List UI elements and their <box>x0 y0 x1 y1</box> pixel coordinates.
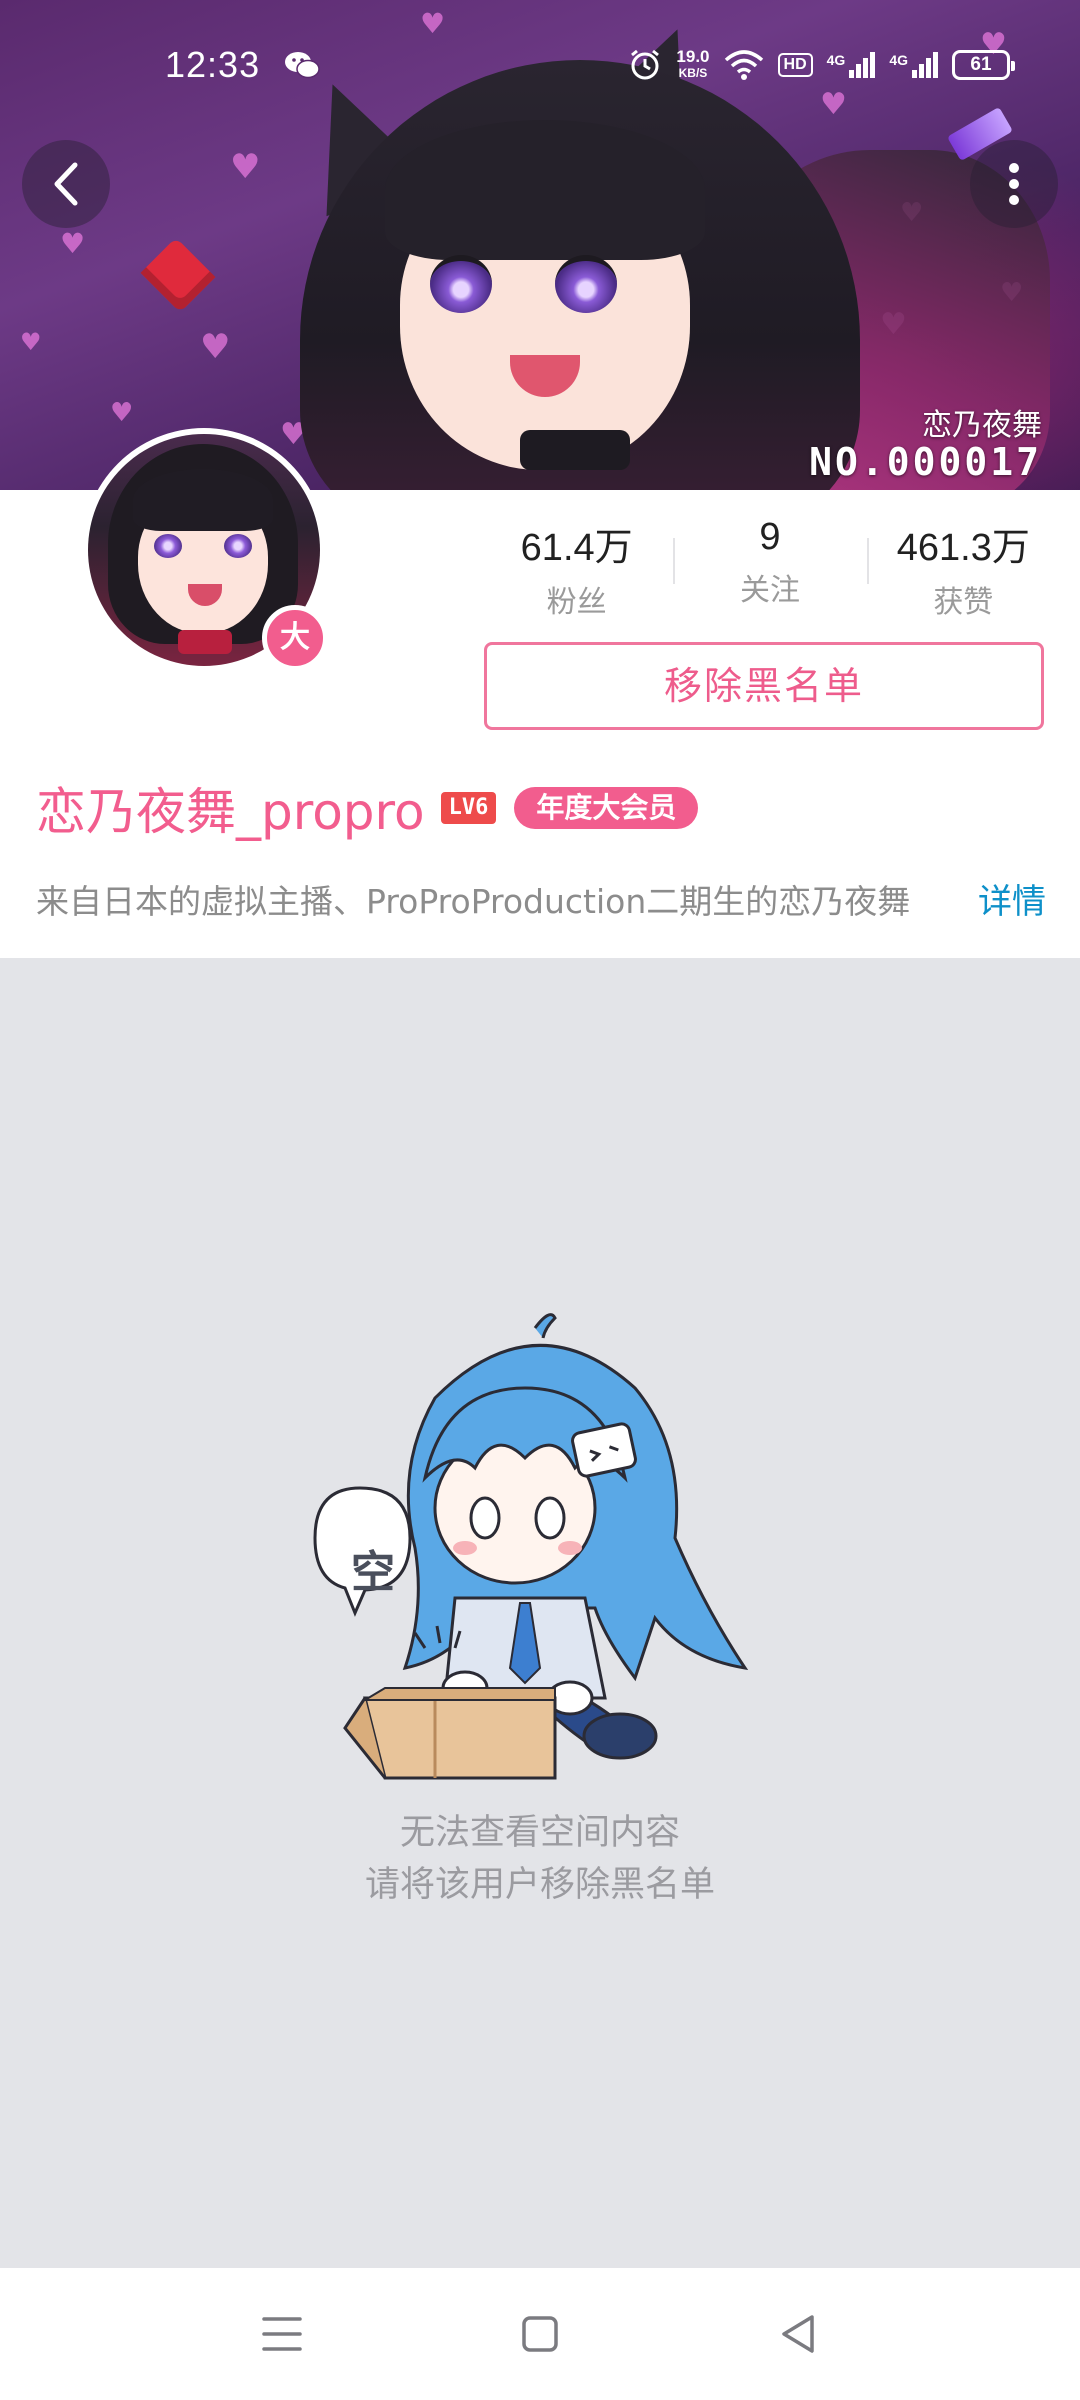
home-square-icon <box>522 2316 558 2352</box>
back-button[interactable] <box>22 140 110 228</box>
signal-bar <box>863 58 869 78</box>
battery-indicator: 61 <box>952 50 1015 80</box>
wifi-icon <box>724 50 763 80</box>
stat-likes[interactable]: 461.3万 获赞 <box>866 516 1060 621</box>
heart-decoration: ♥ <box>230 147 261 187</box>
vip-badge: 大 <box>262 605 328 671</box>
stat-fans[interactable]: 61.4万 粉丝 <box>480 516 673 621</box>
signal-bar <box>933 52 938 78</box>
wechat-icon <box>285 52 320 79</box>
annual-vip-tag[interactable]: 年度大会员 <box>514 787 699 829</box>
empty-state: 空 无法查看空间内容 请将该用户移除黑名单 <box>0 958 1080 2268</box>
stat-fans-value: 61.4万 <box>520 527 633 569</box>
signal-sim1: 4G <box>827 52 876 78</box>
banner-owner-name: 恋乃夜舞 <box>922 408 1042 443</box>
stat-likes-label: 获赞 <box>933 585 994 620</box>
signal-sim2: 4G <box>889 52 938 78</box>
banner-character-collar <box>520 430 630 470</box>
alarm-icon <box>631 49 660 80</box>
stat-following-label: 关注 <box>739 573 800 608</box>
signal-bar <box>856 64 862 78</box>
avatar-bangs <box>133 469 273 531</box>
menu-icon <box>262 2317 302 2351</box>
profile-header: 大 61.4万 粉丝 9 关注 461.3万 获赞 移除黑名单 恋乃夜舞_pro… <box>0 428 1080 958</box>
speech-bubble-text: 空 <box>351 1547 395 1598</box>
status-time: 12:33 <box>165 44 261 85</box>
level-badge: LV6 <box>440 792 497 824</box>
stat-following-value: 9 <box>759 516 781 558</box>
red-gem-decoration <box>140 237 216 313</box>
bio-row: 来自日本的虚拟主播、ProProProduction二期生的恋乃夜舞 详情 <box>36 874 1046 923</box>
recent-apps-button[interactable] <box>252 2304 312 2364</box>
avatar-eye <box>154 534 182 558</box>
remove-from-blacklist-button[interactable]: 移除黑名单 <box>484 642 1044 730</box>
back-arrow-icon <box>54 162 78 206</box>
home-button[interactable] <box>510 2304 570 2364</box>
more-vertical-icon <box>1009 163 1019 205</box>
profile-banner: ♥ ♥ ♥ ♥ ♥ ♥ ♥ ♥ ♥ ♥ ♥ ♥ 12:33 19.0 <box>0 0 1080 490</box>
heart-decoration: ♥ <box>110 398 134 428</box>
signal-bar <box>849 70 855 78</box>
heart-decoration: ♥ <box>20 328 42 356</box>
network-speed-value: 19.0 <box>676 47 710 66</box>
username: 恋乃夜舞_propro <box>36 783 425 841</box>
heart-decoration: ♥ <box>60 227 86 260</box>
bio-text: 来自日本的虚拟主播、ProProProduction二期生的恋乃夜舞 <box>36 881 911 921</box>
details-link[interactable]: 详情 <box>978 874 1046 923</box>
system-back-button[interactable] <box>768 2304 828 2364</box>
status-bar: 12:33 19.0 KB/S HD 4G 4G 61 <box>0 0 1080 135</box>
more-options-button[interactable] <box>970 140 1058 228</box>
name-row: 恋乃夜舞_propro LV6 年度大会员 <box>36 772 699 844</box>
hd-voice-indicator: HD <box>777 53 813 77</box>
banner-serial-number: NO.000017 <box>809 440 1042 484</box>
signal-bar <box>919 64 924 78</box>
stat-likes-value: 461.3万 <box>896 527 1030 569</box>
status-icons: 19.0 KB/S HD 4G 4G 61 <box>628 47 1015 82</box>
banner-character-eye <box>555 255 617 313</box>
stat-following[interactable]: 9 关注 <box>673 516 866 621</box>
signal-bar <box>912 70 917 78</box>
empty-state-hint: 请将该用户移除黑名单 <box>364 1865 715 1905</box>
back-triangle-icon <box>782 2315 814 2353</box>
stat-fans-label: 粉丝 <box>546 585 607 620</box>
network-speed-unit: KB/S <box>678 66 708 80</box>
signal-sim2-label: 4G <box>889 52 908 68</box>
banner-character-bangs <box>385 120 705 260</box>
banner-character-eye <box>430 255 492 313</box>
heart-decoration: ♥ <box>200 327 231 367</box>
avatar-bow <box>178 630 232 654</box>
empty-state-message: 无法查看空间内容 <box>399 1813 680 1853</box>
system-navigation-bar <box>0 2268 1080 2400</box>
signal-bar <box>926 58 931 78</box>
signal-sim1-label: 4G <box>826 52 846 68</box>
stats-row: 61.4万 粉丝 9 关注 461.3万 获赞 <box>480 516 1060 621</box>
network-speed: 19.0 KB/S <box>676 47 710 81</box>
avatar-eye <box>224 534 252 558</box>
signal-bar <box>870 52 876 78</box>
